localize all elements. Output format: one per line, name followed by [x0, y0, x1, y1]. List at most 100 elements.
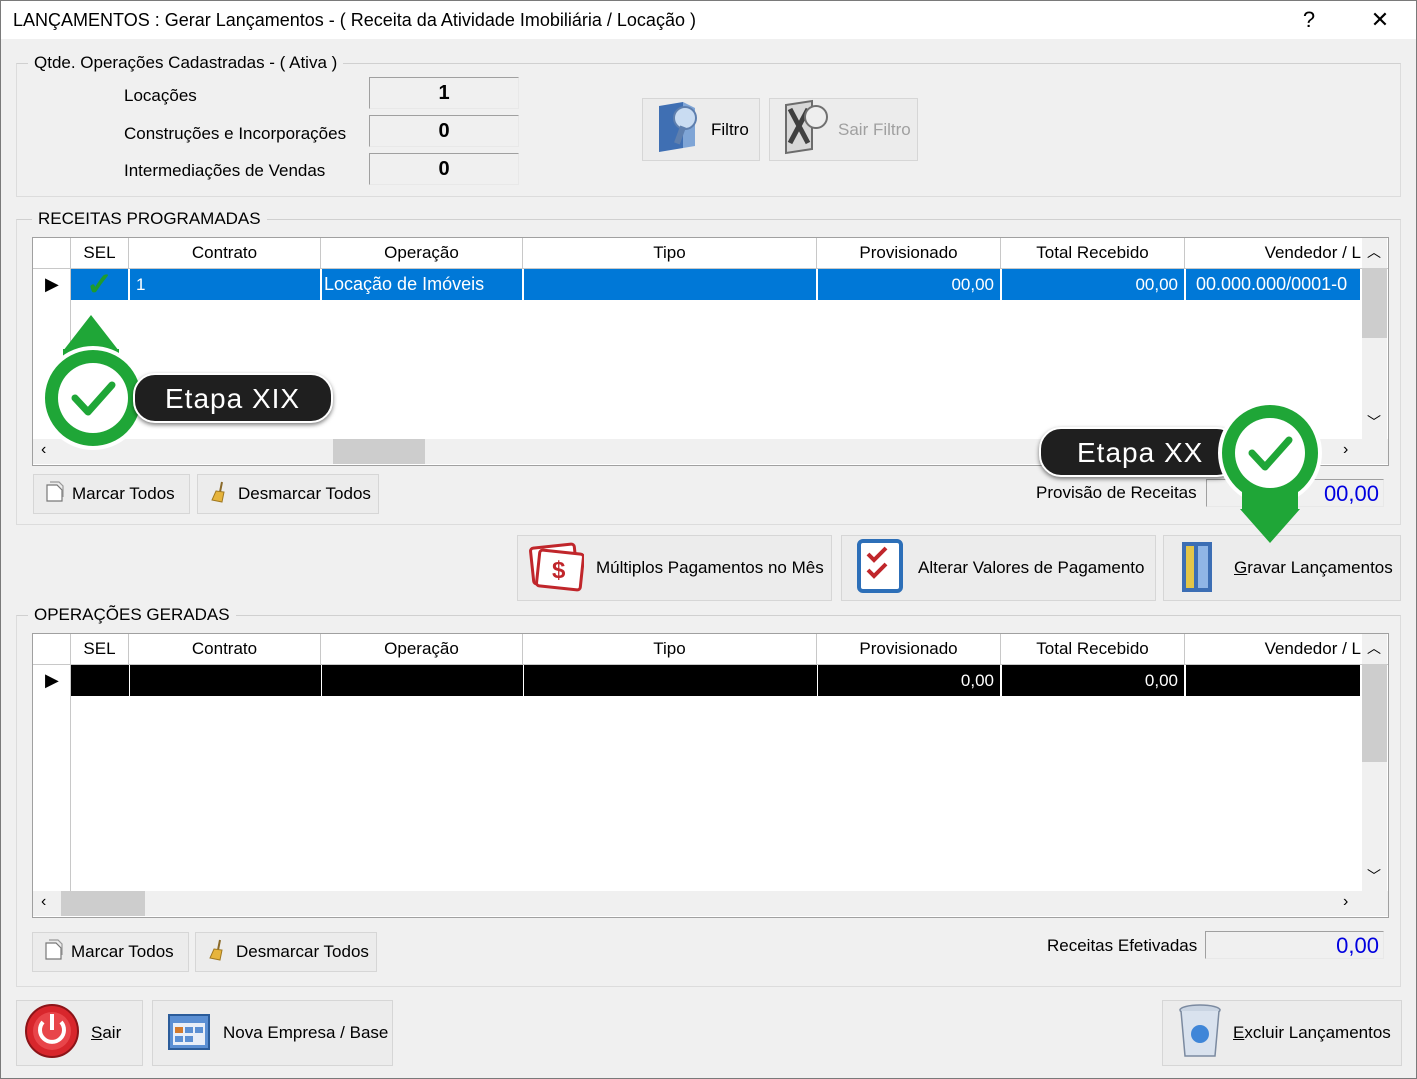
receitas-desmarcar-todos-label: Desmarcar Todos	[238, 484, 371, 503]
operacoes-desmarcar-todos-button[interactable]: Desmarcar Todos	[195, 932, 377, 972]
scroll-right-icon[interactable]: ›	[1343, 441, 1348, 459]
receitas-legend: RECEITAS PROGRAMADAS	[32, 209, 267, 229]
row-total-recebido: 00,00	[1001, 269, 1185, 300]
op-header-contrato[interactable]: Contrato	[129, 634, 321, 664]
filtro-button[interactable]: Filtro	[642, 98, 760, 161]
filtro-label: Filtro	[711, 119, 749, 139]
recycle-bin-icon	[1177, 1002, 1223, 1065]
row-vendedor: 00.000.000/0001-0	[1185, 269, 1361, 300]
step-xix-marker	[41, 309, 145, 458]
gravar-lancamentos-label: Gravar Lançamentos	[1234, 558, 1393, 578]
nova-empresa-button[interactable]: Nova Empresa / Base	[152, 1000, 393, 1066]
row-contrato: 1	[129, 269, 321, 300]
operacoes-hscroll-thumb[interactable]	[61, 891, 145, 916]
op-row-provisionado: 0,00	[817, 665, 1001, 696]
op-header-indicator	[33, 634, 71, 664]
save-folder-icon	[1178, 538, 1218, 599]
excluir-accel-letter: E	[1233, 1023, 1245, 1042]
op-header-provisionado[interactable]: Provisionado	[817, 634, 1001, 664]
row-sel-check-icon[interactable]: ✓	[71, 269, 129, 300]
broom-icon	[210, 480, 230, 509]
operacoes-desmarcar-todos-label: Desmarcar Todos	[236, 942, 369, 961]
receitas-efetivadas-label: Receitas Efetivadas	[1047, 936, 1198, 955]
checklist-icon	[856, 538, 904, 599]
intermediacoes-label: Intermediações de Vendas	[124, 161, 326, 180]
scroll-up-icon[interactable]: ︿	[1367, 242, 1381, 262]
step-xx-callout: Etapa XX	[1039, 427, 1239, 477]
row-provisionado: 00,00	[817, 269, 1001, 300]
operacoes-hscroll[interactable]: ‹ ›	[33, 891, 1388, 916]
header-tipo[interactable]: Tipo	[523, 238, 817, 268]
header-vendedor[interactable]: Vendedor / L	[1185, 238, 1361, 268]
header-sel[interactable]: SEL	[71, 238, 129, 268]
header-operacao[interactable]: Operação	[321, 238, 523, 268]
power-icon	[23, 1002, 81, 1065]
operacoes-vscroll-thumb[interactable]	[1362, 664, 1387, 762]
op-scroll-right-icon[interactable]: ›	[1343, 893, 1348, 911]
construcoes-label: Construções e Incorporações	[124, 124, 347, 143]
sair-label: Sair	[91, 1023, 121, 1043]
header-provisionado[interactable]: Provisionado	[817, 238, 1001, 268]
qtde-legend: Qtde. Operações Cadastradas - ( Ativa )	[28, 53, 344, 73]
alterar-valores-label: Alterar Valores de Pagamento	[918, 558, 1145, 577]
money-icon: $	[528, 540, 585, 597]
sair-label-rest: air	[102, 1023, 122, 1042]
op-scroll-left-icon[interactable]: ‹	[41, 893, 46, 911]
op-header-sel[interactable]: SEL	[71, 634, 129, 664]
excluir-lancamentos-button[interactable]: Excluir Lançamentos	[1162, 1000, 1402, 1066]
alterar-valores-button[interactable]: Alterar Valores de Pagamento	[841, 535, 1156, 601]
op-scroll-up-icon[interactable]: ︿	[1367, 638, 1381, 658]
calendar-icon	[165, 1009, 215, 1058]
op-row-sep-1	[129, 665, 130, 696]
scroll-down-icon[interactable]: ﹀	[1367, 412, 1381, 432]
row-operacao: Locação de Imóveis	[321, 269, 523, 300]
gravar-label-rest: ravar Lançamentos	[1247, 558, 1393, 577]
title-bar: LANÇAMENTOS : Gerar Lançamentos - ( Rece…	[1, 1, 1416, 39]
operacoes-vscroll[interactable]: ︿ ﹀	[1362, 634, 1387, 891]
op-scroll-down-icon[interactable]: ﹀	[1367, 866, 1381, 886]
sair-accel-letter: S	[91, 1023, 103, 1042]
clear-filter-icon	[782, 99, 832, 160]
sair-button[interactable]: Sair	[16, 1000, 143, 1066]
operacoes-legend: OPERAÇÕES GERADAS	[28, 605, 236, 625]
header-indicator	[33, 238, 71, 268]
close-button[interactable]: ✕	[1365, 7, 1395, 33]
broom-icon	[208, 938, 228, 967]
receitas-desmarcar-todos-button[interactable]: Desmarcar Todos	[197, 474, 379, 514]
intermediacoes-count: 0	[369, 153, 519, 185]
sair-filtro-button[interactable]: Sair Filtro	[769, 98, 918, 161]
op-header-tipo[interactable]: Tipo	[523, 634, 817, 664]
receitas-marcar-todos-button[interactable]: Marcar Todos	[33, 474, 190, 514]
main-window: LANÇAMENTOS : Gerar Lançamentos - ( Rece…	[0, 0, 1417, 1079]
window-title: LANÇAMENTOS : Gerar Lançamentos - ( Rece…	[13, 10, 696, 30]
op-header-operacao[interactable]: Operação	[321, 634, 523, 664]
receitas-selected-row[interactable]: ✓ 1 Locação de Imóveis 00,00 00,00 00.00…	[71, 269, 1361, 300]
receitas-hscroll-thumb[interactable]	[333, 439, 425, 464]
op-header-total-recebido[interactable]: Total Recebido	[1001, 634, 1185, 664]
filter-funnel-icon	[655, 100, 703, 159]
sair-filtro-label: Sair Filtro	[838, 119, 911, 139]
receitas-efetivadas-total: 0,00	[1205, 931, 1384, 959]
header-contrato[interactable]: Contrato	[129, 238, 321, 268]
receitas-grid-header: SEL Contrato Operação Tipo Provisionado …	[33, 238, 1388, 269]
operacoes-marcar-todos-button[interactable]: Marcar Todos	[32, 932, 189, 972]
locacoes-label: Locações	[124, 86, 197, 105]
receitas-vscroll-thumb[interactable]	[1362, 268, 1387, 338]
help-button[interactable]: ?	[1294, 7, 1324, 33]
svg-text:$: $	[552, 557, 566, 584]
multiplos-pagamentos-button[interactable]: $ Múltiplos Pagamentos no Mês	[517, 535, 832, 601]
operacoes-selected-row[interactable]: 0,00 0,00	[71, 665, 1361, 696]
nova-empresa-label: Nova Empresa / Base	[223, 1023, 389, 1042]
operacoes-grid[interactable]: SEL Contrato Operação Tipo Provisionado …	[32, 633, 1389, 918]
header-total-recebido[interactable]: Total Recebido	[1001, 238, 1185, 268]
operacoes-row-indicator-column	[33, 665, 71, 891]
receitas-vscroll[interactable]: ︿ ﹀	[1362, 238, 1387, 439]
op-row-sep-2	[321, 665, 322, 696]
receitas-marcar-todos-label: Marcar Todos	[72, 484, 175, 503]
step-xix-callout: Etapa XIX	[133, 373, 333, 423]
op-header-vendedor[interactable]: Vendedor / L	[1185, 634, 1361, 664]
row-tipo	[523, 269, 817, 300]
multiplos-pagamentos-label: Múltiplos Pagamentos no Mês	[596, 558, 824, 577]
operacoes-grid-header: SEL Contrato Operação Tipo Provisionado …	[33, 634, 1388, 665]
op-current-row-arrow-icon: ▶	[45, 670, 59, 690]
